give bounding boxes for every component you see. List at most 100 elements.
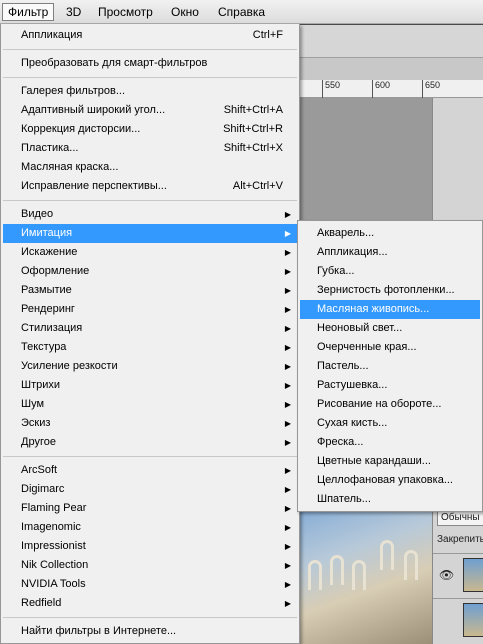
submenu-item-palette-knife[interactable]: Шпатель... bbox=[300, 490, 480, 509]
submenu-item-sponge[interactable]: Губка... bbox=[300, 262, 480, 281]
layer-thumbnail bbox=[463, 558, 483, 592]
menu-item-label: Галерея фильтров... bbox=[21, 85, 126, 97]
shortcut-label: Shift+Ctrl+R bbox=[223, 123, 283, 135]
menu-bar: Фильтр 3D Просмотр Окно Справка bbox=[0, 0, 483, 24]
submenu-item-fresco[interactable]: Фреска... bbox=[300, 433, 480, 452]
submenu-arrow-icon: ▶ bbox=[284, 580, 291, 589]
menu-item-label: Пластика... bbox=[21, 142, 79, 154]
menu-item-label: Коррекция дисторсии... bbox=[21, 123, 141, 135]
submenu-arrow-icon: ▶ bbox=[284, 523, 291, 532]
menu-item-label: Имитация bbox=[21, 227, 73, 239]
submenu-arrow-icon: ▶ bbox=[284, 324, 291, 333]
lock-label: Закрепить bbox=[437, 534, 483, 545]
blend-mode-select[interactable]: Обычны bbox=[437, 510, 483, 526]
menu-item-oil-paint[interactable]: Масляная краска... bbox=[3, 158, 297, 177]
menu-item-render[interactable]: Рендеринг ▶ bbox=[3, 300, 297, 319]
menu-item-video[interactable]: Видео ▶ bbox=[3, 205, 297, 224]
submenu-arrow-icon: ▶ bbox=[284, 419, 291, 428]
shortcut-label: Shift+Ctrl+X bbox=[223, 142, 283, 154]
menu-item-redfield[interactable]: Redfield ▶ bbox=[3, 594, 297, 613]
menu-item-liquify[interactable]: Пластика... Shift+Ctrl+X bbox=[3, 139, 297, 158]
menu-item-filter-gallery[interactable]: Галерея фильтров... bbox=[3, 82, 297, 101]
menu-item-label: Оформление bbox=[21, 265, 90, 277]
menu-3d[interactable]: 3D bbox=[61, 3, 86, 21]
layer-thumbnail bbox=[463, 603, 483, 637]
menu-item-brush-strokes[interactable]: Штрихи ▶ bbox=[3, 376, 297, 395]
menu-item-impressionist[interactable]: Impressionist ▶ bbox=[3, 537, 297, 556]
menu-item-digimarc[interactable]: Digimarc ▶ bbox=[3, 480, 297, 499]
menu-item-label: Nik Collection bbox=[21, 559, 89, 571]
menu-item-label: Аппликация bbox=[21, 29, 83, 41]
menu-item-label: Imagenomic bbox=[21, 521, 81, 533]
submenu-item-poster-edges[interactable]: Очерченные края... bbox=[300, 338, 480, 357]
submenu-arrow-icon: ▶ bbox=[284, 466, 291, 475]
menu-item-texture[interactable]: Текстура ▶ bbox=[3, 338, 297, 357]
menu-filter[interactable]: Фильтр bbox=[2, 3, 55, 21]
menu-item-label: Видео bbox=[21, 208, 54, 220]
menu-window[interactable]: Окно bbox=[166, 3, 204, 21]
menu-item-sketch[interactable]: Эскиз ▶ bbox=[3, 414, 297, 433]
menu-item-last-filter[interactable]: Аппликация Ctrl+F bbox=[3, 26, 297, 45]
menu-item-imagenomic[interactable]: Imagenomic ▶ bbox=[3, 518, 297, 537]
menu-item-adaptive-wide-angle[interactable]: Адаптивный широкий угол... Shift+Ctrl+A bbox=[3, 101, 297, 120]
menu-item-label: Эскиз bbox=[21, 417, 51, 429]
menu-item-label: NVIDIA Tools bbox=[21, 578, 86, 590]
menu-help[interactable]: Справка bbox=[213, 3, 270, 21]
submenu-arrow-icon: ▶ bbox=[284, 305, 291, 314]
menu-item-stylize-design[interactable]: Оформление ▶ bbox=[3, 262, 297, 281]
submenu-arrow-icon: ▶ bbox=[284, 542, 291, 551]
canvas-image bbox=[300, 500, 432, 644]
menu-item-label: Flaming Pear bbox=[21, 502, 87, 514]
menu-item-noise[interactable]: Шум ▶ bbox=[3, 395, 297, 414]
menu-item-flaming-pear[interactable]: Flaming Pear ▶ bbox=[3, 499, 297, 518]
menu-item-label: Размытие bbox=[21, 284, 72, 296]
horizontal-ruler: 550 600 650 bbox=[300, 80, 483, 98]
submenu-item-smudge-stick[interactable]: Растушевка... bbox=[300, 376, 480, 395]
submenu-arrow-icon: ▶ bbox=[284, 504, 291, 513]
submenu-item-plastic-wrap[interactable]: Целлофановая упаковка... bbox=[300, 471, 480, 490]
menu-item-artistic[interactable]: Имитация ▶ bbox=[3, 224, 297, 243]
submenu-item-colored-pencil[interactable]: Цветные карандаши... bbox=[300, 452, 480, 471]
shortcut-label: Ctrl+F bbox=[252, 29, 283, 41]
menu-item-label: ArcSoft bbox=[21, 464, 58, 476]
menu-separator bbox=[3, 617, 297, 618]
menu-item-label: Адаптивный широкий угол... bbox=[21, 104, 166, 116]
menu-item-nvidia-tools[interactable]: NVIDIA Tools ▶ bbox=[3, 575, 297, 594]
submenu-item-rough-pastels[interactable]: Пастель... bbox=[300, 357, 480, 376]
submenu-arrow-icon: ▶ bbox=[284, 485, 291, 494]
menu-item-label: Масляная краска... bbox=[21, 161, 119, 173]
menu-item-convert-smart[interactable]: Преобразовать для смарт-фильтров bbox=[3, 54, 297, 73]
menu-item-label: Стилизация bbox=[21, 322, 83, 334]
eye-icon[interactable]: 👁 bbox=[439, 568, 454, 582]
menu-item-sharpen[interactable]: Усиление резкости ▶ bbox=[3, 357, 297, 376]
layer-row[interactable] bbox=[433, 598, 483, 640]
menu-separator bbox=[3, 456, 297, 457]
submenu-item-watercolor[interactable]: Акварель... bbox=[300, 224, 480, 243]
menu-item-nik-collection[interactable]: Nik Collection ▶ bbox=[3, 556, 297, 575]
menu-separator bbox=[3, 200, 297, 201]
ruler-tick: 650 bbox=[422, 80, 440, 98]
shortcut-label: Alt+Ctrl+V bbox=[232, 180, 283, 192]
submenu-arrow-icon: ▶ bbox=[284, 438, 291, 447]
submenu-arrow-icon: ▶ bbox=[284, 362, 291, 371]
submenu-item-neon-glow[interactable]: Неоновый свет... bbox=[300, 319, 480, 338]
menu-item-vanishing-point[interactable]: Исправление перспективы... Alt+Ctrl+V bbox=[3, 177, 297, 196]
submenu-item-underpainting[interactable]: Рисование на обороте... bbox=[300, 395, 480, 414]
menu-view[interactable]: Просмотр bbox=[93, 3, 158, 21]
menu-item-distort[interactable]: Искажение ▶ bbox=[3, 243, 297, 262]
layer-row[interactable]: 👁 bbox=[433, 553, 483, 595]
menu-item-lens-correction[interactable]: Коррекция дисторсии... Shift+Ctrl+R bbox=[3, 120, 297, 139]
ruler-tick: 550 bbox=[322, 80, 340, 98]
submenu-arrow-icon: ▶ bbox=[284, 599, 291, 608]
submenu-item-dry-brush[interactable]: Сухая кисть... bbox=[300, 414, 480, 433]
menu-item-stylize[interactable]: Стилизация ▶ bbox=[3, 319, 297, 338]
submenu-item-paint-daubs[interactable]: Масляная живопись... bbox=[300, 300, 480, 319]
menu-item-label: Штрихи bbox=[21, 379, 61, 391]
menu-item-blur[interactable]: Размытие ▶ bbox=[3, 281, 297, 300]
menu-item-label: Другое bbox=[21, 436, 56, 448]
menu-item-arcsoft[interactable]: ArcSoft ▶ bbox=[3, 461, 297, 480]
submenu-item-film-grain[interactable]: Зернистость фотопленки... bbox=[300, 281, 480, 300]
submenu-item-cutout[interactable]: Аппликация... bbox=[300, 243, 480, 262]
menu-item-browse-filters-online[interactable]: Найти фильтры в Интернете... bbox=[3, 622, 297, 641]
menu-item-other[interactable]: Другое ▶ bbox=[3, 433, 297, 452]
